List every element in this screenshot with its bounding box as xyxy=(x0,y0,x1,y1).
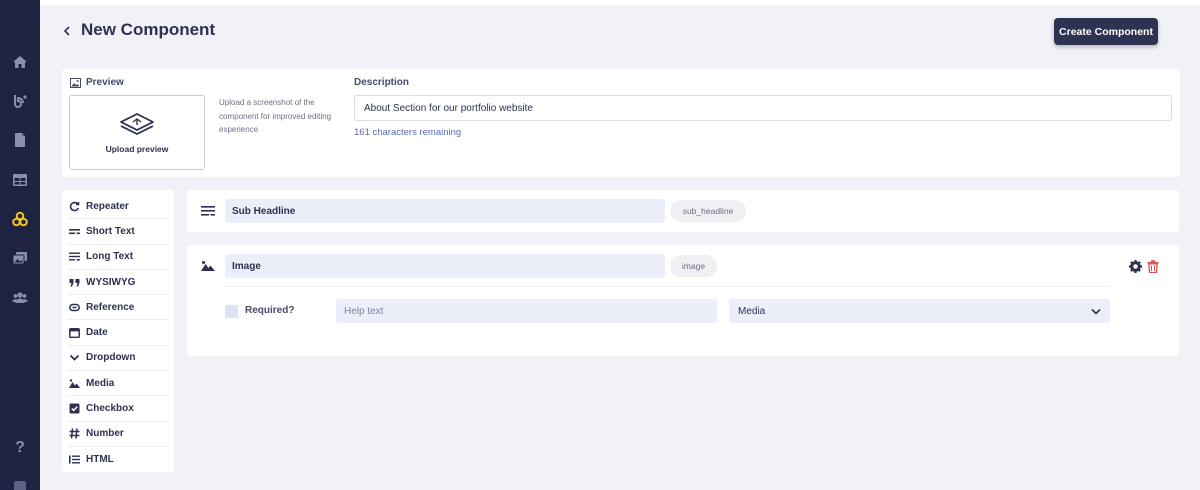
field-type-long-text[interactable]: Long Text xyxy=(68,245,168,270)
sidebar-nav: ? xyxy=(0,0,40,490)
list-icon xyxy=(69,454,80,465)
page-icon[interactable] xyxy=(10,130,30,150)
picture-icon xyxy=(70,77,81,88)
field-type-select-value: Media xyxy=(738,305,766,317)
field-type-select[interactable]: Media xyxy=(729,299,1110,323)
field-type-wysiwyg[interactable]: WYSIWYG xyxy=(68,270,168,296)
field-type-label: Number xyxy=(86,428,124,440)
long-text-icon[interactable] xyxy=(201,204,215,218)
required-checkbox[interactable] xyxy=(225,305,238,318)
field-type-label: Short Text xyxy=(86,225,135,237)
long-text-icon xyxy=(69,251,80,262)
upload-preview-label: Upload preview xyxy=(105,143,169,154)
description-remaining: 161 characters remaining xyxy=(354,127,462,138)
blog-icon[interactable] xyxy=(10,91,30,111)
field-type-number[interactable]: Number xyxy=(68,422,168,447)
field-type-media[interactable]: Media xyxy=(68,371,168,397)
field-type-dropdown[interactable]: Dropdown xyxy=(68,346,168,372)
description-input[interactable] xyxy=(354,95,1172,121)
svg-text:?: ? xyxy=(15,439,25,454)
repeat-icon xyxy=(69,201,80,212)
checkbox-icon xyxy=(69,403,80,414)
short-text-icon xyxy=(69,226,80,237)
upload-preview-box[interactable]: Upload preview xyxy=(69,95,205,170)
field-type-reference[interactable]: Reference xyxy=(68,295,168,321)
preview-hint: Upload a screenshot of the component for… xyxy=(219,98,332,134)
chevron-down-icon xyxy=(69,352,80,363)
hash-icon xyxy=(69,428,80,439)
field-type-label: Dropdown xyxy=(86,352,136,364)
settings-gear-icon[interactable] xyxy=(1128,259,1142,273)
help-text-input[interactable] xyxy=(336,299,717,323)
field-key-badge: sub_headline xyxy=(670,200,746,222)
chat-icon[interactable] xyxy=(10,476,30,490)
preview-label: Preview xyxy=(86,77,124,88)
field-type-date[interactable]: Date xyxy=(68,320,168,346)
field-type-label: Repeater xyxy=(86,200,129,212)
field-name-input[interactable] xyxy=(225,199,665,223)
field-type-label: Reference xyxy=(86,301,135,313)
field-divider xyxy=(225,286,1110,287)
field-card-image: image Required? Media xyxy=(187,245,1179,356)
page-title: New Component xyxy=(81,20,216,39)
quote-icon xyxy=(69,277,80,288)
back-icon[interactable] xyxy=(60,22,74,40)
gallery-icon[interactable] xyxy=(10,248,30,268)
image-icon[interactable] xyxy=(201,259,215,273)
component-info-card: Preview Upload preview Upload a screensh… xyxy=(62,69,1180,177)
field-type-label: Long Text xyxy=(86,251,134,263)
delete-trash-icon[interactable] xyxy=(1146,259,1160,273)
required-label: Required? xyxy=(245,305,295,316)
create-component-button[interactable]: Create Component xyxy=(1054,18,1158,45)
layout-icon[interactable] xyxy=(10,170,30,190)
field-name-input[interactable] xyxy=(225,254,665,278)
field-type-label: WYSIWYG xyxy=(86,276,136,288)
field-type-short-text[interactable]: Short Text xyxy=(68,219,168,245)
upload-layers-icon xyxy=(120,112,154,135)
field-type-label: Checkbox xyxy=(86,403,134,415)
home-icon[interactable] xyxy=(10,52,30,72)
field-type-html[interactable]: HTML xyxy=(68,447,168,472)
link-icon xyxy=(69,302,80,313)
field-type-checkbox[interactable]: Checkbox xyxy=(68,396,168,422)
calendar-icon xyxy=(69,327,80,339)
field-type-label: HTML xyxy=(86,454,114,466)
components-icon[interactable] xyxy=(10,209,30,229)
field-type-list: Repeater Short Text Long Text WYSIWYG Re… xyxy=(62,190,174,472)
image-icon xyxy=(69,378,80,389)
chevron-down-icon xyxy=(1091,308,1101,315)
field-type-label: Media xyxy=(86,377,115,389)
field-card-sub-headline: sub_headline xyxy=(187,190,1179,232)
help-icon[interactable]: ? xyxy=(10,436,30,456)
preview-label-group: Preview xyxy=(70,77,124,88)
top-strip xyxy=(40,0,1200,5)
description-label: Description xyxy=(354,77,410,88)
users-icon[interactable] xyxy=(10,287,30,307)
field-type-label: Date xyxy=(86,327,108,339)
field-key-badge: image xyxy=(670,255,717,277)
field-type-repeater[interactable]: Repeater xyxy=(68,194,168,220)
